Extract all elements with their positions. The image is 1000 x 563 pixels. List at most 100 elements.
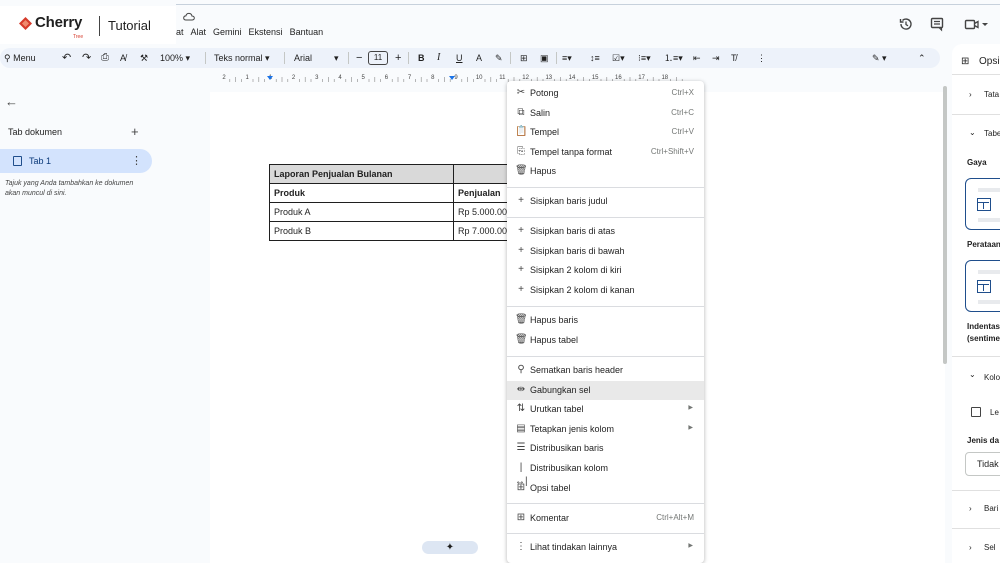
menu-item-lihat-tindakan-lainnya[interactable]: ⋮ Lihat tindakan lainnya ▶: [507, 538, 704, 557]
meet-dropdown-icon[interactable]: [981, 16, 989, 32]
alignment-option-card[interactable]: [965, 260, 1000, 312]
menu-gemini[interactable]: Gemini: [213, 27, 242, 37]
zoom-select[interactable]: 100% ▾: [160, 48, 190, 68]
section-sel[interactable]: Sel: [984, 543, 996, 552]
menu-ekstensi[interactable]: Ekstensi: [249, 27, 283, 37]
back-arrow-icon[interactable]: ←: [5, 94, 18, 109]
chevron-right-icon[interactable]: ›: [969, 504, 972, 513]
clear-format-icon[interactable]: T̸: [731, 48, 737, 68]
decrease-size-icon[interactable]: −: [356, 48, 362, 68]
table-cell[interactable]: [453, 164, 514, 184]
table-cell[interactable]: Produk B: [269, 221, 454, 241]
add-tab-icon[interactable]: +: [131, 124, 139, 139]
spellcheck-icon[interactable]: A̸: [120, 48, 126, 68]
numbered-list-icon[interactable]: ⒈≡▾: [664, 48, 683, 68]
highlight-icon[interactable]: ✎: [495, 48, 503, 68]
table-title-cell[interactable]: Laporan Penjualan Bulanan: [269, 164, 454, 184]
menu-item-distribusikan-baris[interactable]: ☰ Distribusikan baris: [507, 439, 704, 458]
print-icon[interactable]: ⎙: [101, 48, 109, 68]
undo-icon[interactable]: ↶: [62, 48, 71, 68]
paint-format-icon[interactable]: ⚒: [140, 48, 148, 68]
menu-item-tempel-tanpa-format[interactable]: ⎘ Tempel tanpa format Ctrl+Shift+V: [507, 143, 704, 162]
lebar-label: Le: [990, 408, 999, 417]
insert-link-icon[interactable]: ⊞: [520, 48, 528, 68]
menu-item-salin[interactable]: ⧉ Salin Ctrl+C: [507, 104, 704, 123]
table-row[interactable]: Produk B Rp 7.000.00: [269, 221, 514, 241]
sales-table[interactable]: Laporan Penjualan Bulanan Produk Penjual…: [269, 164, 514, 241]
menu-item-gabungkan-sel[interactable]: ⇹ Gabungkan sel: [507, 381, 704, 400]
menu-item-hapus-baris[interactable]: 🗑 Hapus baris: [507, 311, 704, 330]
checklist-icon[interactable]: ☑▾: [612, 48, 625, 68]
redo-icon[interactable]: ↷: [82, 48, 91, 68]
menu-item-komentar[interactable]: ⊞ Komentar Ctrl+Alt+M: [507, 509, 704, 528]
insert-image-icon[interactable]: ▣: [540, 48, 549, 68]
menu-item-label: Sisipkan baris judul: [530, 196, 608, 206]
menu-item-sisipkan-baris-bawah[interactable]: + Sisipkan baris di bawah: [507, 242, 704, 261]
meet-icon[interactable]: [964, 16, 980, 32]
editing-mode-icon[interactable]: ✎ ▾: [872, 48, 887, 68]
table-header-cell[interactable]: Penjualan: [453, 183, 514, 203]
italic-icon[interactable]: I: [437, 48, 440, 68]
align-icon[interactable]: ≡▾: [562, 48, 572, 68]
table-title-row[interactable]: Laporan Penjualan Bulanan: [269, 164, 514, 184]
menu-item-distribusikan-kolom[interactable]: |↔| Distribusikan kolom: [507, 459, 704, 487]
collapse-toolbar-icon[interactable]: ⌃: [918, 48, 926, 68]
vertical-scrollbar[interactable]: [943, 86, 947, 364]
toolbar-divider: [348, 52, 349, 64]
increase-size-icon[interactable]: +: [395, 48, 401, 68]
menu-item-opsi-tabel[interactable]: ⊞ Opsi tabel: [507, 479, 704, 498]
font-size-input[interactable]: 11: [368, 51, 388, 65]
chevron-right-icon[interactable]: ›: [969, 543, 972, 552]
menu-item-sisipkan-baris-judul[interactable]: + Sisipkan baris judul: [507, 192, 704, 211]
history-icon[interactable]: [898, 16, 914, 32]
increase-indent-icon[interactable]: ⇥: [712, 48, 720, 68]
more-vert-icon: ⋮: [516, 541, 526, 552]
menu-item-tetapkan-jenis-kolom[interactable]: ▤ Tetapkan jenis kolom ▶: [507, 420, 704, 439]
menu-item-urutkan-tabel[interactable]: ⇅ Urutkan tabel ▶: [507, 400, 704, 419]
table-cell[interactable]: Rp 5.000.00: [453, 202, 514, 222]
table-header-cell[interactable]: Produk: [269, 183, 454, 203]
style-option-card[interactable]: [965, 178, 1000, 230]
section-tabel[interactable]: Tabe: [984, 129, 1000, 138]
section-baris[interactable]: Bari: [984, 504, 998, 513]
text-color-icon[interactable]: A: [476, 48, 482, 68]
cloud-saved-icon[interactable]: [183, 12, 195, 22]
section-kolom[interactable]: Kolo: [984, 373, 1000, 382]
menu-item-sisipkan-kolom-kanan[interactable]: + Sisipkan 2 kolom di kanan: [507, 281, 704, 300]
chevron-down-icon[interactable]: ⌄: [969, 128, 976, 137]
menu-item-sisipkan-baris-atas[interactable]: + Sisipkan baris di atas: [507, 222, 704, 241]
font-select[interactable]: Arial: [294, 48, 312, 68]
gemini-button[interactable]: ✦: [422, 541, 478, 554]
search-menu-button[interactable]: ⚲ Menu: [4, 48, 36, 68]
style-select[interactable]: Teks normal ▾: [214, 48, 270, 68]
table-cell[interactable]: Rp 7.000.00: [453, 221, 514, 241]
comments-icon[interactable]: [929, 16, 945, 32]
bold-icon[interactable]: B: [418, 48, 425, 68]
data-type-select[interactable]: Tidak: [965, 452, 1000, 476]
font-dropdown-icon[interactable]: ▾: [334, 48, 339, 68]
section-tata[interactable]: Tata: [984, 90, 999, 99]
table-cell[interactable]: Produk A: [269, 202, 454, 222]
menu-item-hapus[interactable]: 🗑 Hapus: [507, 162, 704, 181]
bullet-list-icon[interactable]: ⁝≡▾: [638, 48, 651, 68]
menu-alat[interactable]: Alat: [191, 27, 207, 37]
chevron-down-icon[interactable]: ⌄: [969, 370, 976, 379]
tab-options-icon[interactable]: ⋮: [131, 154, 142, 167]
underline-icon[interactable]: U: [456, 48, 463, 68]
table-header-row[interactable]: Produk Penjualan: [269, 183, 514, 203]
chevron-right-icon[interactable]: ›: [969, 90, 972, 99]
table-row[interactable]: Produk A Rp 5.000.00: [269, 202, 514, 222]
menu-format[interactable]: at: [176, 27, 184, 37]
decrease-indent-icon[interactable]: ⇤: [693, 48, 701, 68]
menu-item-hapus-tabel[interactable]: 🗑 Hapus tabel: [507, 331, 704, 350]
line-spacing-icon[interactable]: ↕≡: [590, 48, 600, 68]
tab-item-1[interactable]: Tab 1 ⋮: [0, 149, 152, 173]
menu-bantuan[interactable]: Bantuan: [290, 27, 324, 37]
column-width-checkbox[interactable]: [971, 407, 981, 417]
menu-item-sematkan-baris-header[interactable]: ⚲ Sematkan baris header: [507, 361, 704, 380]
menu-item-potong[interactable]: ✂ Potong Ctrl+X: [507, 84, 704, 103]
menu-item-tempel[interactable]: 📋 Tempel Ctrl+V: [507, 123, 704, 142]
menu-item-shortcut: Ctrl+V: [671, 127, 694, 136]
more-options-icon[interactable]: ⋮: [757, 48, 766, 68]
menu-item-sisipkan-kolom-kiri[interactable]: + Sisipkan 2 kolom di kiri: [507, 261, 704, 280]
